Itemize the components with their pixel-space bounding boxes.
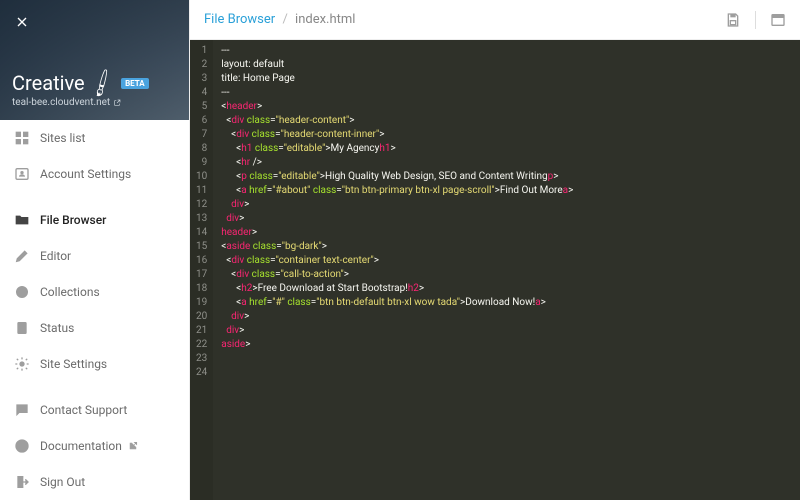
nav-label: Status xyxy=(40,321,74,335)
nav: Sites list Account Settings File Browser… xyxy=(0,120,189,500)
nav-sites-list[interactable]: Sites list xyxy=(0,120,189,156)
folder-icon xyxy=(14,212,30,228)
site-title-text: Creative xyxy=(12,71,85,95)
close-button[interactable] xyxy=(8,8,36,36)
site-title-area: Creative 🖌 BETA teal-bee.cloudvent.net xyxy=(12,71,149,108)
nav-label: Account Settings xyxy=(40,167,131,181)
nav-separator xyxy=(0,192,189,202)
site-title: Creative 🖌 BETA xyxy=(12,71,149,95)
breadcrumb-separator: / xyxy=(282,12,287,27)
window-icon[interactable] xyxy=(770,12,786,28)
nav-site-settings[interactable]: Site Settings xyxy=(0,346,189,382)
nav-status[interactable]: Status xyxy=(0,310,189,346)
nav-account-settings[interactable]: Account Settings xyxy=(0,156,189,192)
nav-label: Site Settings xyxy=(40,357,107,371)
site-domain-link[interactable]: teal-bee.cloudvent.net xyxy=(12,97,149,108)
topbar: File Browser / index.html xyxy=(190,0,800,40)
line-gutter: 123456789101112131415161718192021222324 xyxy=(190,40,213,500)
nav-collections[interactable]: Collections xyxy=(0,274,189,310)
action-divider xyxy=(755,11,756,29)
nav-label: Documentation xyxy=(40,439,122,453)
beta-badge: BETA xyxy=(121,78,149,89)
nav-label: Sign Out xyxy=(40,475,85,489)
chat-icon xyxy=(14,402,30,418)
pencil-icon xyxy=(14,248,30,264)
gear-icon xyxy=(14,356,30,372)
help-icon xyxy=(14,438,30,454)
breadcrumb-current: index.html xyxy=(295,12,355,27)
nav-separator xyxy=(0,382,189,392)
main: File Browser / index.html 12345678910111… xyxy=(190,0,800,500)
code-editor[interactable]: 123456789101112131415161718192021222324 … xyxy=(190,40,800,500)
code-area[interactable]: ---layout: defaulttitle: Home Page---<he… xyxy=(213,40,581,500)
top-actions xyxy=(725,11,786,29)
nav-label: File Browser xyxy=(40,213,106,227)
nav-label: Editor xyxy=(40,249,71,263)
external-link-icon xyxy=(113,99,121,107)
breadcrumb-root[interactable]: File Browser xyxy=(204,12,275,27)
breadcrumb: File Browser / index.html xyxy=(204,12,355,27)
pencil-icon: 🖌 xyxy=(84,66,118,99)
disc-icon xyxy=(14,284,30,300)
nav-contact-support[interactable]: Contact Support xyxy=(0,392,189,428)
nav-sign-out[interactable]: Sign Out xyxy=(0,464,189,500)
save-icon[interactable] xyxy=(725,12,741,28)
person-icon xyxy=(14,166,30,182)
nav-editor[interactable]: Editor xyxy=(0,238,189,274)
nav-label: Collections xyxy=(40,285,100,299)
external-link-icon xyxy=(128,441,138,451)
nav-label: Contact Support xyxy=(40,403,127,417)
clipboard-icon xyxy=(14,320,30,336)
nav-label: Sites list xyxy=(40,131,85,145)
sign-out-icon xyxy=(14,474,30,490)
site-hero: Creative 🖌 BETA teal-bee.cloudvent.net xyxy=(0,0,189,120)
nav-file-browser[interactable]: File Browser xyxy=(0,202,189,238)
nav-documentation[interactable]: Documentation xyxy=(0,428,189,464)
sidebar: Creative 🖌 BETA teal-bee.cloudvent.net S… xyxy=(0,0,190,500)
close-icon xyxy=(14,14,30,30)
grid-icon xyxy=(14,130,30,146)
